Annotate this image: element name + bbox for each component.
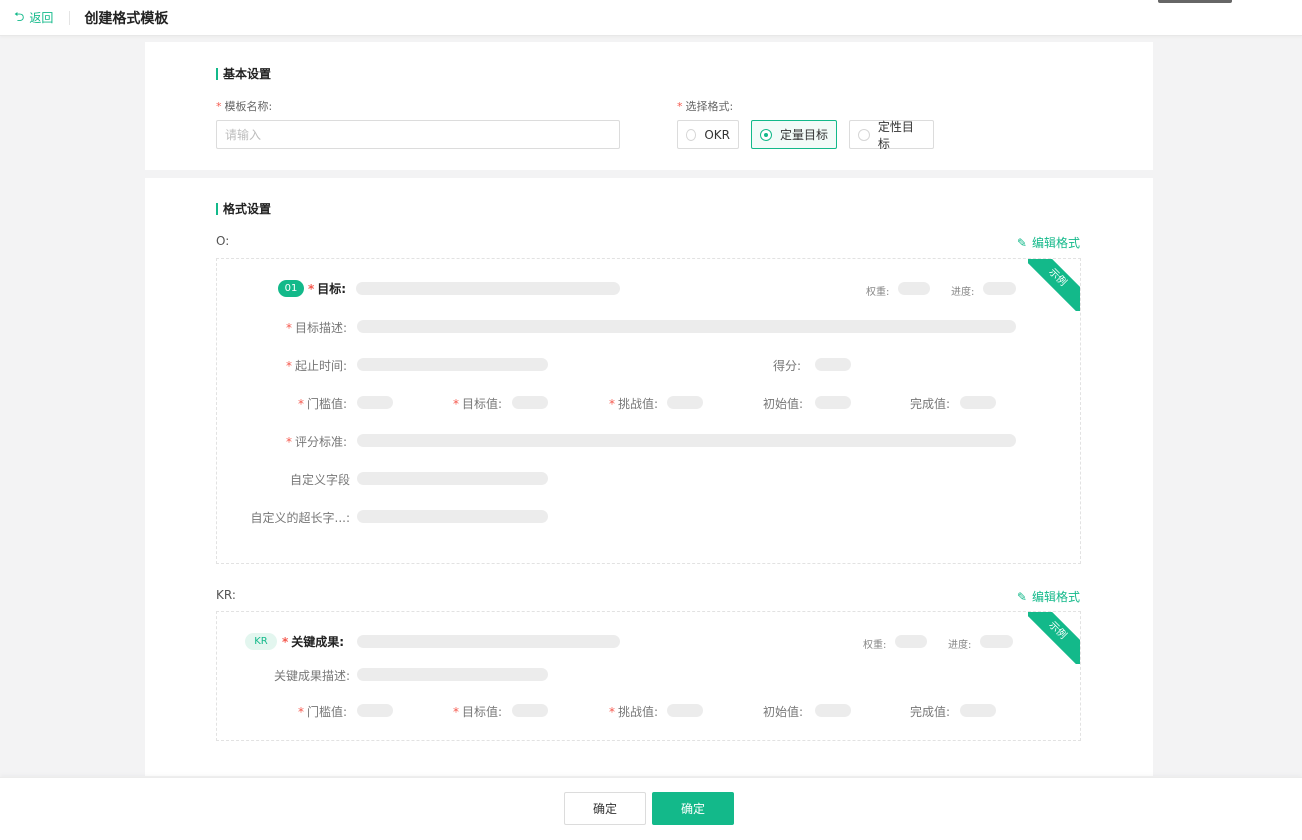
- kr-initial-placeholder-bar: [815, 704, 851, 717]
- kr-threshold-placeholder-bar: [357, 704, 393, 717]
- footer-bar: 确定 确定: [0, 777, 1302, 840]
- weight-placeholder-bar: [898, 282, 930, 295]
- score-label: 得分:: [773, 359, 802, 373]
- score-placeholder-bar: [815, 358, 851, 371]
- key-result-label: * 关键成果:: [282, 635, 345, 649]
- kr-weight-label: 权重:: [863, 640, 887, 651]
- kr-threshold-label: * 门槛值:: [297, 705, 347, 719]
- kr-initial-value-label: 初始值:: [762, 705, 803, 719]
- initial-placeholder-bar: [815, 396, 851, 409]
- required-mark: *: [677, 100, 683, 113]
- progress-placeholder-bar: [983, 282, 1016, 295]
- kr-challenge-value-label: * 挑战值:: [608, 705, 658, 719]
- key-result-description-label: 关键成果描述:: [273, 669, 350, 683]
- criteria-placeholder-bar: [357, 434, 1016, 447]
- radio-quantitative[interactable]: 定量目标: [751, 120, 837, 149]
- edit-format-o-button[interactable]: ✎ 编辑格式: [1017, 234, 1080, 251]
- kr-preview-box: 示例 KR * 关键成果: 权重: 进度: 关键成果描述: * 门槛值: * 目标值:…: [216, 611, 1081, 741]
- radio-circle-icon: [686, 128, 697, 141]
- challenge-value-label: * 挑战值:: [608, 397, 658, 411]
- radio-okr[interactable]: OKR: [677, 120, 739, 149]
- target-placeholder-bar: [512, 396, 548, 409]
- basic-settings-card: 基本设置 *模板名称: *选择格式: OKR 定量目标 定性目标: [145, 42, 1153, 170]
- template-name-input[interactable]: [216, 120, 620, 149]
- kr-group-label: KR:: [216, 588, 236, 602]
- example-ribbon: 示例: [1028, 259, 1080, 311]
- top-bar: ⮌ 返回 创建格式模板: [0, 0, 1302, 36]
- kr-progress-label: 进度:: [948, 640, 972, 651]
- kr-badge: KR: [245, 633, 277, 650]
- time-placeholder-bar: [357, 358, 548, 371]
- format-select-label: * 选择格式:: [677, 100, 734, 113]
- section-title-format: 格式设置: [216, 202, 271, 216]
- back-label: 返回: [29, 11, 54, 25]
- kr-target-value-label: * 目标值:: [452, 705, 502, 719]
- custom-placeholder-bar: [357, 472, 548, 485]
- kr-complete-placeholder-bar: [960, 704, 996, 717]
- goal-placeholder-bar: [356, 282, 620, 295]
- format-settings-card: 格式设置 O: ✎ 编辑格式 示例 01 * 目标: 权重: 进度: * 目标描述:…: [145, 178, 1153, 776]
- template-name-label: * 模板名称:: [216, 100, 273, 113]
- kr-target-placeholder-bar: [512, 704, 548, 717]
- window-control[interactable]: [1158, 0, 1232, 3]
- example-ribbon: 示例: [1028, 612, 1080, 664]
- back-button[interactable]: ⮌ 返回: [14, 9, 53, 26]
- kr-description-placeholder-bar: [357, 668, 548, 681]
- radio-qualitative[interactable]: 定性目标: [849, 120, 934, 151]
- confirm-button[interactable]: 确定: [652, 792, 734, 825]
- radio-circle-icon: [858, 128, 870, 141]
- cancel-button[interactable]: 确定: [564, 792, 646, 825]
- threshold-placeholder-bar: [357, 396, 393, 409]
- kr-progress-placeholder-bar: [980, 635, 1013, 648]
- custom-long-placeholder-bar: [357, 510, 548, 523]
- target-value-label: * 目标值:: [452, 397, 502, 411]
- goal-label: * 目标:: [308, 282, 347, 296]
- threshold-label: * 门槛值:: [297, 397, 347, 411]
- section-title-basic: 基本设置: [216, 67, 271, 81]
- o-preview-box: 示例 01 * 目标: 权重: 进度: * 目标描述: * 起止时间: 得分: * 门槛…: [216, 258, 1081, 564]
- edit-pencil-icon: ✎: [1016, 235, 1027, 250]
- weight-label: 权重:: [866, 287, 890, 298]
- description-placeholder-bar: [357, 320, 1016, 333]
- edit-format-kr-button[interactable]: ✎ 编辑格式: [1017, 588, 1080, 605]
- complete-value-label: 完成值:: [909, 397, 950, 411]
- divider: [69, 10, 71, 25]
- initial-value-label: 初始值:: [762, 397, 803, 411]
- edit-pencil-icon: ✎: [1016, 589, 1027, 604]
- custom-long-field-label: 自定义的超长字...:: [250, 511, 351, 525]
- key-result-placeholder-bar: [357, 635, 620, 648]
- page-title: 创建格式模板: [84, 10, 169, 27]
- radio-checked-icon: [760, 128, 772, 141]
- custom-field-label: 自定义字段: [289, 473, 350, 487]
- challenge-placeholder-bar: [667, 396, 703, 409]
- required-mark: *: [216, 100, 222, 113]
- kr-challenge-placeholder-bar: [667, 704, 703, 717]
- progress-label: 进度:: [951, 287, 975, 298]
- goal-description-label: * 目标描述:: [285, 321, 347, 335]
- kr-complete-value-label: 完成值:: [909, 705, 950, 719]
- objective-number-badge: 01: [278, 280, 304, 297]
- undo-arrow-icon: ⮌: [14, 10, 25, 25]
- o-group-label: O:: [216, 234, 230, 248]
- scoring-criteria-label: * 评分标准:: [285, 435, 347, 449]
- time-range-label: * 起止时间:: [285, 359, 347, 373]
- complete-placeholder-bar: [960, 396, 996, 409]
- kr-weight-placeholder-bar: [895, 635, 927, 648]
